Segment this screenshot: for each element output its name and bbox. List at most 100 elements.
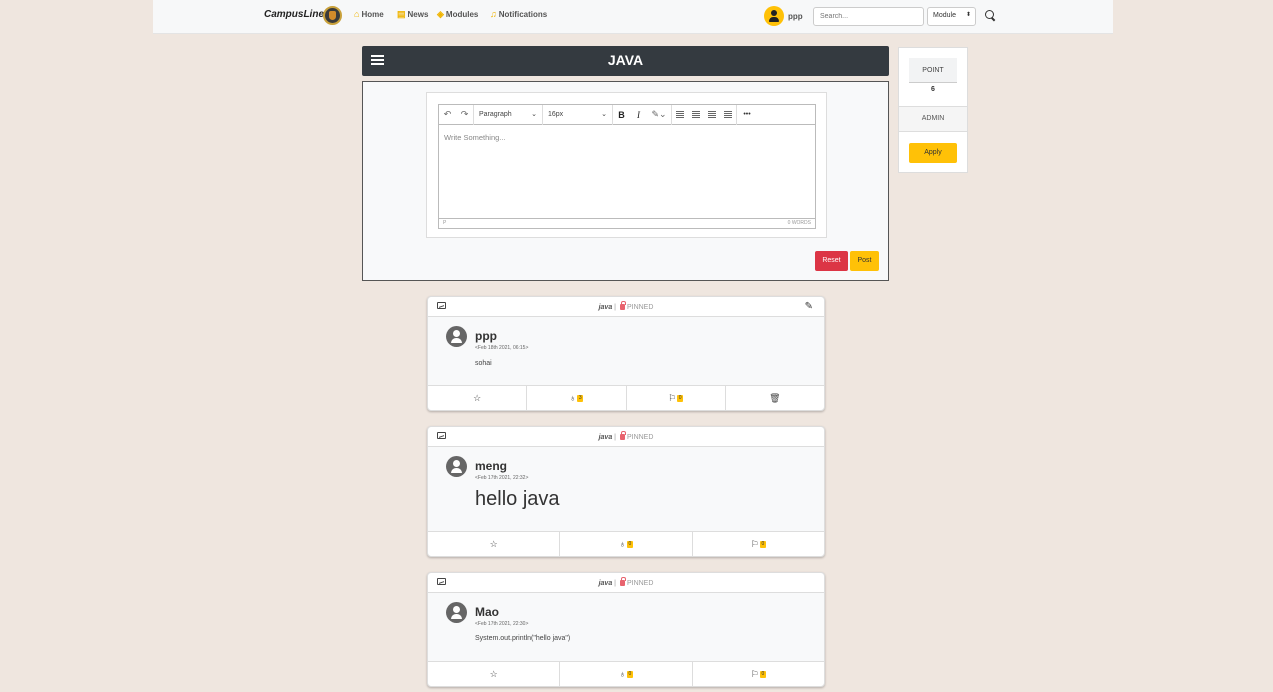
post-card: java | PINNED Mao <Feb 17th 2021, 22:30>…	[427, 572, 825, 687]
favorite-button[interactable]: ☆	[428, 386, 528, 410]
align-left-icon[interactable]	[676, 111, 684, 118]
editor-wrapper: ↶ ↷ Paragraph ⌄ 16px ⌄ B I ✎⌄ ••• Write So…	[426, 92, 827, 238]
rich-text-editor: ↶ ↷ Paragraph ⌄ 16px ⌄ B I ✎⌄ ••• Write So…	[438, 104, 816, 229]
undo-icon[interactable]: ↶	[439, 109, 456, 120]
bell-icon: ♫	[490, 9, 497, 19]
avatar	[446, 326, 467, 347]
post-card: java | PINNED ✎ ppp <Feb 18th 2021, 06:1…	[427, 296, 825, 411]
nav-modules[interactable]: ◈ Modules	[437, 9, 478, 20]
chevron-down-icon: ⌄	[531, 110, 537, 118]
new-post-card: ↶ ↷ Paragraph ⌄ 16px ⌄ B I ✎⌄ ••• Write So…	[362, 81, 889, 281]
italic-icon[interactable]: I	[630, 110, 647, 120]
bold-icon[interactable]: B	[613, 110, 630, 120]
word-count: 0 WORDS	[787, 220, 811, 226]
brand-logo[interactable]	[323, 6, 342, 25]
nav-news[interactable]: ▤ News	[397, 9, 428, 20]
apply-button[interactable]: Apply	[909, 143, 957, 163]
favorite-button[interactable]: ☆	[428, 532, 561, 556]
trash-icon: 🗑	[769, 392, 781, 403]
post-meta: java | PINNED	[598, 301, 654, 311]
post-date: <Feb 17th 2021, 22:30>	[475, 621, 529, 627]
post-content: sohai	[475, 360, 492, 367]
post-author[interactable]: Mao	[475, 605, 499, 619]
editor-statusbar: P 0 WORDS	[439, 218, 815, 228]
search-input[interactable]	[813, 7, 924, 26]
post-date: <Feb 17th 2021, 22:32>	[475, 475, 529, 481]
news-icon: ▤	[397, 9, 406, 19]
comment-count: 0	[759, 670, 766, 678]
favorite-button[interactable]: ☆	[428, 662, 561, 686]
post-date: <Feb 18th 2021, 06:15>	[475, 345, 529, 351]
comment-icon: ⚐	[750, 538, 759, 549]
lock-icon	[619, 301, 626, 310]
avatar	[446, 602, 467, 623]
post-author[interactable]: ppp	[475, 329, 497, 343]
star-icon: ☆	[473, 392, 482, 403]
align-right-icon[interactable]	[708, 111, 716, 118]
delete-button[interactable]: 🗑	[726, 386, 824, 410]
comment-icon: ⚐	[750, 668, 759, 679]
brand-name[interactable]: CampusLine	[264, 9, 324, 20]
role-label: ADMIN	[899, 107, 967, 131]
comment-button[interactable]: ⚐ 0	[693, 532, 824, 556]
post-actions: ☆ ♁ 3 ⚐ 0 🗑	[428, 385, 824, 410]
post-actions: ☆ ♁ 0 ⚐ 0	[428, 661, 824, 686]
post-meta: java | PINNED	[598, 577, 654, 587]
user-name[interactable]: ppp	[788, 12, 803, 21]
star-icon: ☆	[489, 668, 498, 679]
comment-icon: ⚐	[668, 392, 677, 403]
point-value: 6	[931, 86, 935, 93]
post-header: java | PINNED ✎	[428, 297, 824, 317]
post-button[interactable]: Post	[850, 251, 879, 271]
user-side-panel: POINT 6 ADMIN Apply	[898, 47, 968, 173]
comment-button[interactable]: ⚐ 0	[693, 662, 824, 686]
post-content: System.out.println("hello java")	[475, 635, 571, 642]
point-label: POINT	[909, 58, 957, 83]
like-button[interactable]: ♁ 3	[527, 386, 627, 410]
highlight-icon[interactable]: ✎⌄	[647, 109, 671, 120]
post-header: java | PINNED	[428, 573, 824, 593]
thumbs-up-icon: ♁	[619, 538, 626, 549]
search-icon[interactable]	[984, 9, 996, 23]
reset-button[interactable]: Reset	[815, 251, 848, 271]
align-center-icon[interactable]	[692, 111, 700, 118]
star-icon: ☆	[489, 538, 498, 549]
like-button[interactable]: ♁ 0	[560, 662, 693, 686]
select-arrows-icon: ⬍	[965, 12, 971, 18]
home-icon: ⌂	[354, 9, 360, 19]
font-size-select[interactable]: 16px ⌄	[543, 104, 613, 125]
like-count: 0	[626, 670, 633, 678]
post-author[interactable]: meng	[475, 459, 507, 473]
chevron-down-icon: ⌄	[601, 110, 607, 118]
nav-home[interactable]: ⌂ Home	[354, 9, 384, 20]
comment-count: 0	[759, 540, 766, 548]
post-meta: java | PINNED	[598, 431, 654, 441]
lock-icon	[619, 577, 626, 586]
box-icon: ◈	[437, 9, 444, 19]
comment-count: 0	[677, 394, 684, 402]
section-title: JAVA	[607, 52, 644, 68]
editor-content[interactable]: Write Something...	[439, 125, 815, 218]
like-button[interactable]: ♁ 0	[560, 532, 693, 556]
nav-notifications[interactable]: ♫ Notifications	[490, 9, 547, 20]
top-navbar: CampusLine ⌂ Home ▤ News ◈ Modules ♫ Notific…	[153, 0, 1113, 34]
editor-toolbar: ↶ ↷ Paragraph ⌄ 16px ⌄ B I ✎⌄ •••	[439, 104, 815, 125]
edit-icon[interactable]: ✎	[805, 301, 813, 312]
module-select[interactable]: Module ⬍	[927, 7, 976, 26]
lock-icon	[619, 431, 626, 440]
like-count: 3	[577, 394, 584, 402]
post-actions: ☆ ♁ 0 ⚐ 0	[428, 531, 824, 556]
avatar	[446, 456, 467, 477]
redo-icon[interactable]: ↷	[456, 109, 473, 120]
block-format-select[interactable]: Paragraph ⌄	[473, 104, 543, 125]
align-justify-icon[interactable]	[724, 111, 732, 118]
thumbs-up-icon: ♁	[619, 668, 626, 679]
element-path: P	[443, 220, 447, 226]
more-icon[interactable]: •••	[737, 111, 757, 118]
post-content: hello java	[475, 488, 560, 510]
thumbs-up-icon: ♁	[569, 392, 577, 403]
comment-button[interactable]: ⚐ 0	[627, 386, 726, 410]
like-count: 0	[626, 540, 633, 548]
post-card: java | PINNED meng <Feb 17th 2021, 22:32…	[427, 426, 825, 557]
user-avatar[interactable]	[764, 6, 784, 26]
